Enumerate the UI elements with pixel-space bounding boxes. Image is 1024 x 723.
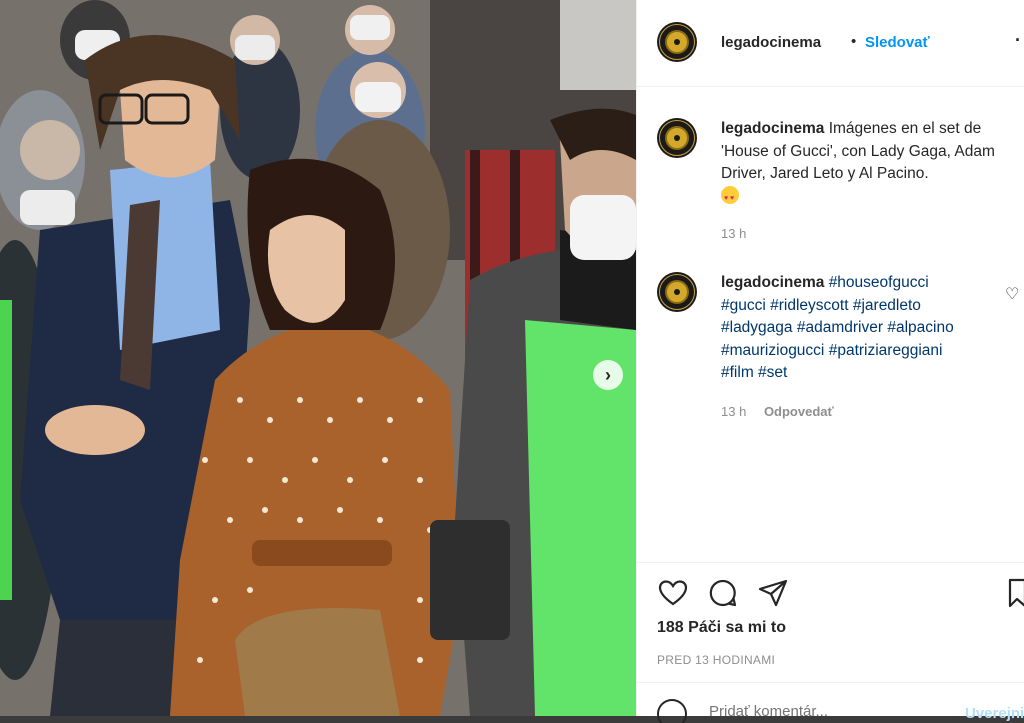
separator-dot: • <box>851 33 857 50</box>
like-comment-heart-icon[interactable]: ♡ <box>1005 284 1019 304</box>
like-heart-icon[interactable] <box>657 577 689 609</box>
hashtag[interactable]: #houseofgucci <box>829 274 929 291</box>
next-photo-button[interactable]: › <box>593 360 623 390</box>
comment-username[interactable]: legadocinema <box>721 274 824 291</box>
comment-meta: 13 h Odpovedať <box>721 404 834 419</box>
avatar[interactable] <box>657 22 697 62</box>
hashtag[interactable]: #set <box>758 364 787 381</box>
post-timestamp[interactable]: PRED 13 HODINAMI <box>657 653 775 667</box>
follow-button[interactable]: Sledovať <box>865 34 930 51</box>
post-sidebar: legadocinema • Sledovať · legadocinema I… <box>636 0 1024 723</box>
avatar[interactable] <box>657 272 697 312</box>
post-photo[interactable]: › <box>0 0 636 716</box>
reply-button[interactable]: Odpovedať <box>764 404 834 419</box>
hashtag[interactable]: #film <box>721 364 754 381</box>
comment-bubble-icon[interactable] <box>707 577 739 609</box>
heart-eyes-emoji-icon <box>721 185 739 210</box>
hashtag[interactable]: #patriziareggiani <box>829 342 943 359</box>
hashtag[interactable]: #adamdriver <box>797 319 883 336</box>
post-comment-button[interactable]: Uverejniť <box>965 705 1024 722</box>
hashtag[interactable]: #gucci <box>721 297 766 314</box>
comment-time[interactable]: 13 h <box>721 404 746 419</box>
caption: legadocinema Imágenes en el set de 'Hous… <box>657 118 1017 248</box>
header-username[interactable]: legadocinema <box>721 34 821 51</box>
caption-time[interactable]: 13 h <box>721 226 746 241</box>
comment-text-block: legadocinema #houseofgucci #gucci #ridle… <box>721 272 1011 385</box>
photo-illustration <box>0 0 636 716</box>
post-actions: 188 Páči sa mi to PRED 13 HODINAMI <box>637 562 1024 682</box>
hashtag[interactable]: #ridleyscott <box>770 297 848 314</box>
avatar[interactable] <box>657 118 697 158</box>
caption-username[interactable]: legadocinema <box>721 120 824 137</box>
hashtag[interactable]: #alpacino <box>887 319 953 336</box>
comment-input[interactable] <box>709 703 949 720</box>
emoji-smiley-icon[interactable] <box>657 699 687 723</box>
share-paper-plane-icon[interactable] <box>757 577 789 609</box>
hashtag[interactable]: #mauriziogucci <box>721 342 824 359</box>
bookmark-icon[interactable] <box>1007 577 1024 609</box>
add-comment-bar: Uverejniť <box>637 682 1024 723</box>
post-header: legadocinema • Sledovať · <box>637 0 1024 87</box>
more-icon[interactable]: · <box>1015 30 1021 51</box>
comment: legadocinema #houseofgucci #gucci #ridle… <box>657 272 1017 432</box>
hashtag[interactable]: #ladygaga <box>721 319 793 336</box>
hashtag[interactable]: #jaredleto <box>853 297 921 314</box>
caption-text-block: legadocinema Imágenes en el set de 'Hous… <box>721 118 1011 210</box>
likes-count[interactable]: 188 Páči sa mi to <box>657 619 786 637</box>
caption-meta: 13 h <box>721 226 746 241</box>
